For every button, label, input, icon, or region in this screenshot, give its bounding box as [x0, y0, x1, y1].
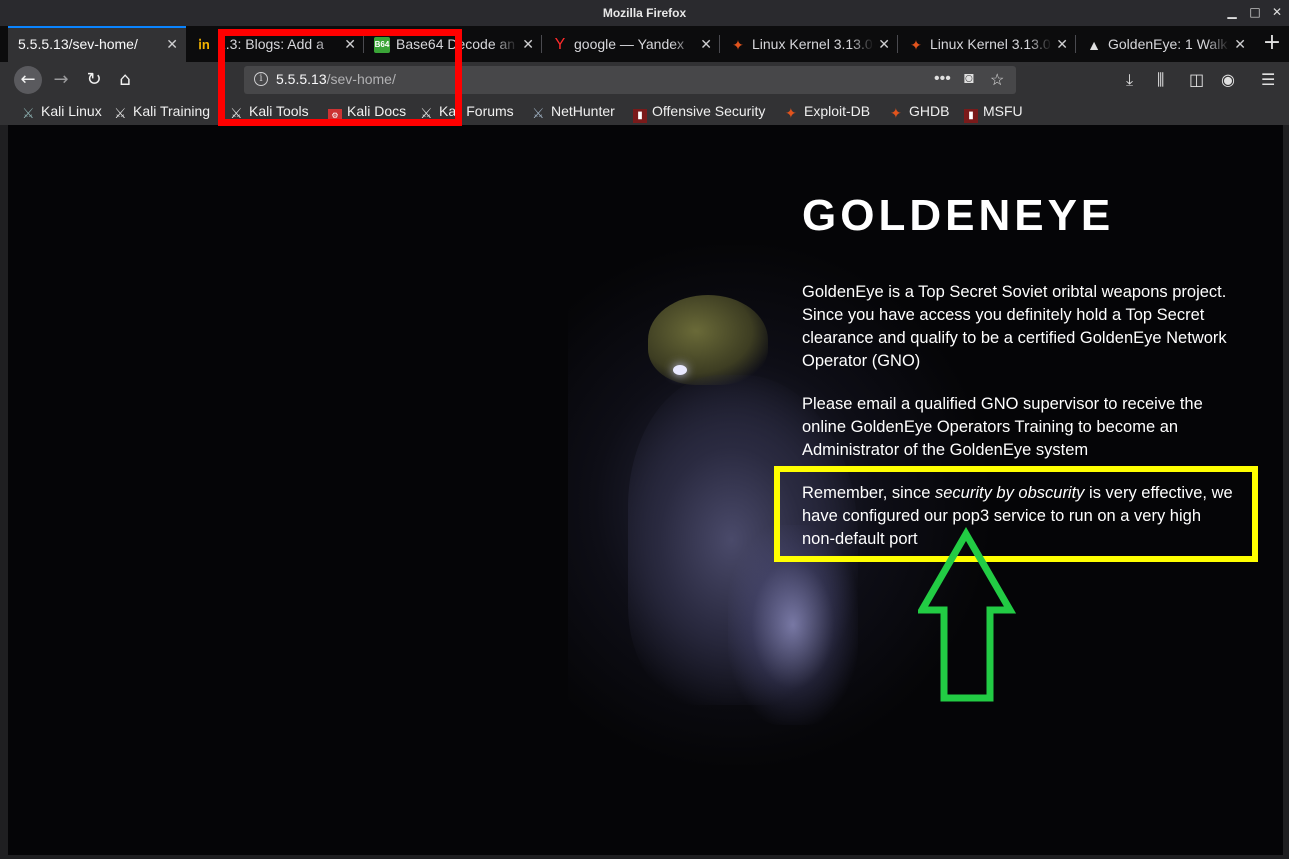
bookmark-label: Kali Forums [439, 103, 514, 119]
account-icon[interactable]: ◉ [1221, 70, 1235, 89]
menu-icon[interactable]: ☰ [1261, 70, 1275, 89]
tab-linux-kernel-2[interactable]: ✦ Linux Kernel 3.13.0 ✕ [898, 26, 1076, 62]
close-tab-icon[interactable]: ✕ [1234, 26, 1246, 62]
forward-icon[interactable]: → [47, 66, 75, 94]
bookmark-kali-forums[interactable]: ⚔ Kali Forums [420, 98, 514, 125]
tab-sev-home[interactable]: 5.5.5.13/sev-home/ ✕ [8, 26, 186, 62]
close-tab-icon[interactable]: ✕ [1056, 26, 1068, 62]
reload-icon[interactable]: ↻ [80, 66, 108, 94]
intro-paragraph: GoldenEye is a Top Secret Soviet oribtal… [802, 283, 1227, 370]
exploit-db-icon: ✦ [785, 105, 797, 121]
tab-fade [1206, 26, 1230, 62]
close-window-icon[interactable]: ✕ [1271, 6, 1283, 18]
base64-favicon-icon: B64 [374, 37, 390, 54]
bookmark-label: Exploit-DB [804, 103, 871, 119]
eye-glint-image [673, 365, 687, 375]
kali-docs-icon: ⚙ [328, 109, 342, 123]
soldier-head-image [648, 295, 768, 385]
pop3-paragraph: Remember, since security by obscurity is… [802, 482, 1236, 551]
bookmark-kali-training[interactable]: ⚔ Kali Training [114, 98, 210, 125]
pop3-text-start: Remember, since [802, 484, 935, 502]
bookmark-kali-tools[interactable]: ⚔ Kali Tools [230, 98, 309, 125]
bookmark-msfu[interactable]: ▮ MSFU [964, 98, 1023, 125]
bookmark-star-icon[interactable]: ☆ [990, 70, 1004, 90]
tab-fade [316, 26, 340, 62]
blog-favicon-icon: ⅰn [196, 37, 212, 54]
tab-blogs[interactable]: ⅰn 2.3: Blogs: Add a ✕ [186, 26, 364, 62]
close-tab-icon[interactable]: ✕ [344, 26, 356, 62]
tab-goldeneye-walkthrough[interactable]: ▲ GoldenEye: 1 Walk ✕ [1076, 26, 1254, 62]
kali-dragon-icon: ⚔ [114, 105, 127, 121]
home-icon[interactable]: ⌂ [111, 66, 139, 94]
bookmark-ghdb[interactable]: ✦ GHDB [890, 98, 949, 125]
bookmark-label: Kali Tools [249, 103, 309, 119]
bookmark-label: GHDB [909, 103, 950, 119]
nethunter-icon: ⚔ [532, 105, 545, 121]
msfu-icon: ▮ [964, 109, 978, 123]
bookmarks-bar: ⚔ Kali Linux ⚔ Kali Training ⚔ Kali Tools ⚙… [0, 98, 1289, 125]
tab-fade [672, 26, 696, 62]
url-bar[interactable]: i 5.5.5.13/sev-home/ ••• ◙ ☆ [244, 66, 1016, 94]
bookmark-label: Kali Docs [347, 103, 407, 119]
library-icon[interactable]: ⫼ [1157, 70, 1164, 90]
bookmark-kali-linux[interactable]: ⚔ Kali Linux [22, 98, 102, 125]
pop3-text-emphasis: security by obscurity [934, 484, 1085, 502]
bookmark-label: MSFU [983, 103, 1023, 119]
page-actions-icon[interactable]: ••• [934, 70, 951, 88]
medium-favicon-icon: ▲ [1087, 37, 1101, 54]
sidebar-icon[interactable]: ◫ [1189, 70, 1204, 89]
site-info-icon[interactable]: i [254, 72, 268, 86]
tab-fade [850, 26, 874, 62]
bookmark-kali-docs[interactable]: ⚙ Kali Docs [328, 98, 406, 125]
url-path: /sev-home/ [326, 71, 396, 87]
bookmark-label: Offensive Security [652, 103, 766, 119]
maximize-icon[interactable]: □ [1249, 6, 1261, 18]
pocket-icon[interactable]: ◙ [964, 70, 974, 88]
exploit-db-favicon-icon: ✦ [910, 37, 922, 54]
title-bar: Mozilla Firefox ▁ □ ✕ [0, 0, 1289, 26]
page-heading: GOLDENEYE [802, 191, 1115, 240]
back-icon[interactable]: ← [14, 66, 42, 94]
tab-label: 2.3: Blogs: Add a [218, 36, 324, 52]
bookmark-label: Kali Training [133, 103, 211, 119]
offsec-icon: ▮ [633, 109, 647, 123]
email-paragraph: Please email a qualified GNO supervisor … [802, 395, 1203, 459]
yandex-favicon-icon: Y [554, 36, 566, 54]
tab-label: google — Yandex [574, 36, 685, 52]
exploit-db-favicon-icon: ✦ [732, 37, 744, 54]
kali-dragon-icon: ⚔ [22, 105, 35, 121]
tab-yandex[interactable]: Ygoogle — Yandex ✕ [542, 26, 720, 62]
bookmark-nethunter[interactable]: ⚔ NetHunter [532, 98, 615, 125]
bookmark-offensive-security[interactable]: ▮ Offensive Security [633, 98, 765, 125]
tab-linux-kernel-1[interactable]: ✦ Linux Kernel 3.13.0 ✕ [720, 26, 898, 62]
close-tab-icon[interactable]: ✕ [878, 26, 890, 62]
page-content: GOLDENEYE GoldenEye is a Top Secret Sovi… [8, 125, 1283, 855]
close-tab-icon[interactable]: ✕ [522, 26, 534, 62]
bookmark-exploit-db[interactable]: ✦ Exploit-DB [785, 98, 870, 125]
close-tab-icon[interactable]: ✕ [700, 26, 712, 62]
window-title: Mozilla Firefox [602, 6, 687, 20]
arrow-shape [918, 527, 1017, 702]
url-text: 5.5.5.13/sev-home/ [276, 71, 396, 87]
tab-bar: 5.5.5.13/sev-home/ ✕ ⅰn 2.3: Blogs: Add a… [0, 26, 1289, 62]
tab-label: 5.5.5.13/sev-home/ [18, 36, 138, 52]
bookmark-label: Kali Linux [41, 103, 102, 119]
tab-fade [494, 26, 518, 62]
nav-bar: ← → ↻ ⌂ i 5.5.5.13/sev-home/ ••• ◙ ☆ [0, 62, 1289, 98]
ghdb-icon: ✦ [890, 105, 902, 121]
bookmark-label: NetHunter [551, 103, 615, 119]
tab-fade [1028, 26, 1052, 62]
text-panel: GOLDENEYE GoldenEye is a Top Secret Sovi… [786, 163, 1236, 571]
up-arrow-annotation [918, 527, 1017, 702]
downloads-icon[interactable]: ⤓ [1126, 70, 1133, 90]
minimize-icon[interactable]: ▁ [1226, 6, 1238, 18]
kali-dragon-icon: ⚔ [230, 105, 243, 121]
url-host: 5.5.5.13 [276, 71, 327, 87]
kali-dragon-icon: ⚔ [420, 105, 433, 121]
tab-base64[interactable]: B64 Base64 Decode an ✕ [364, 26, 542, 62]
close-tab-icon[interactable]: ✕ [166, 28, 178, 60]
new-tab-icon[interactable]: + [1262, 26, 1282, 62]
